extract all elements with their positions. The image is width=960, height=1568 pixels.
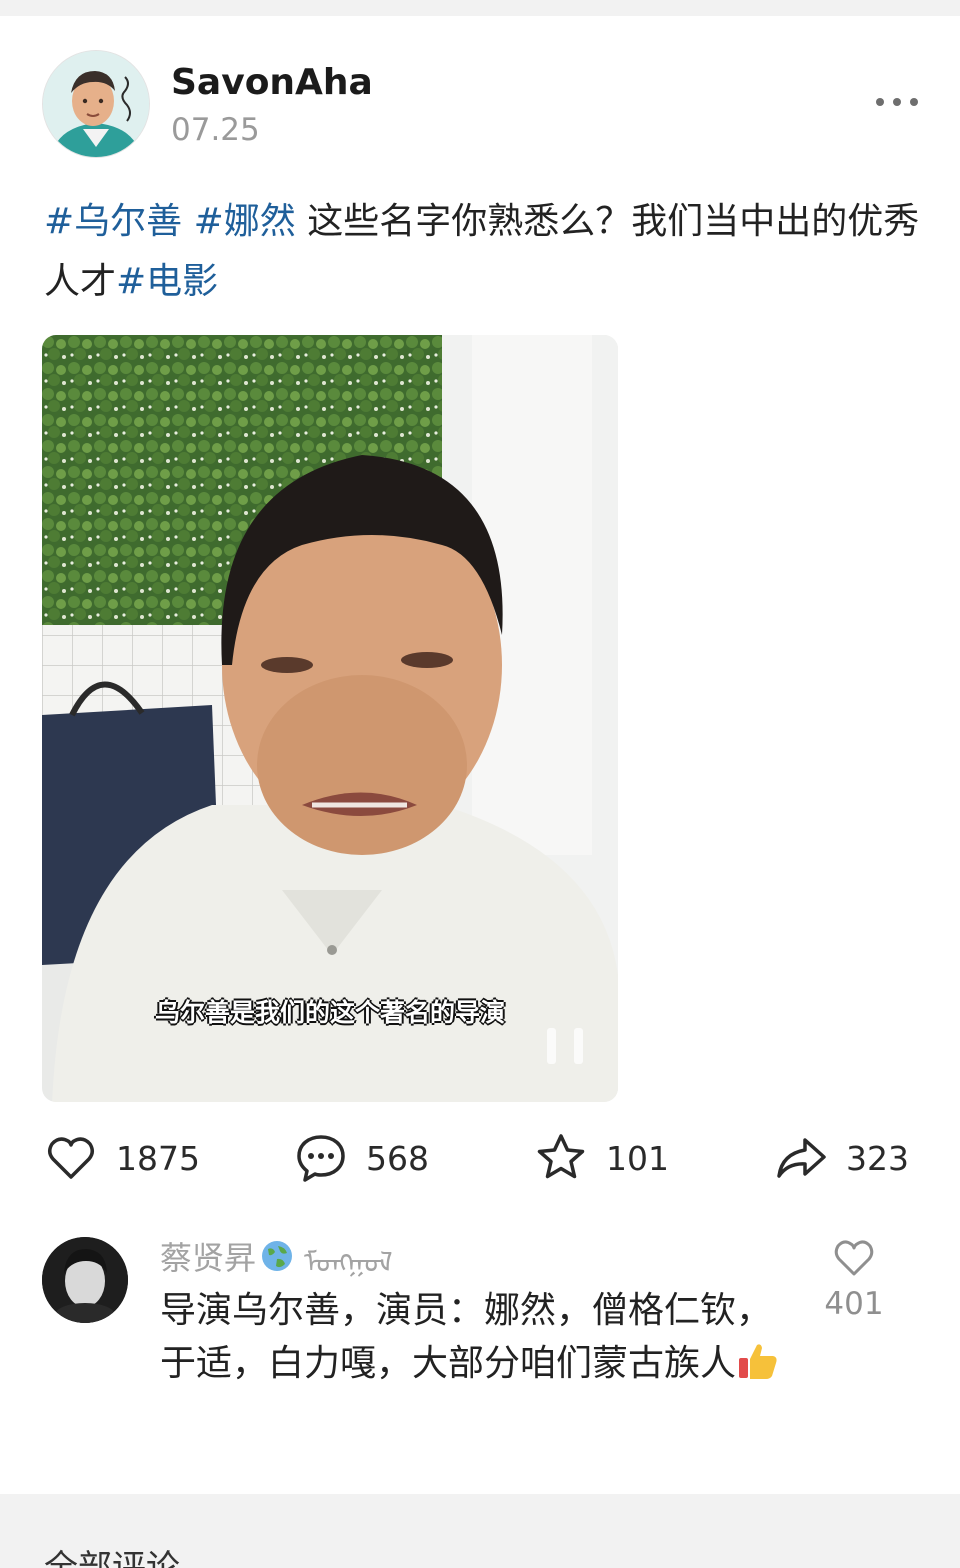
comment-count: 568 bbox=[366, 1138, 429, 1178]
post-text: #乌尔善 #娜然 这些名字你熟悉么？我们当中出的优秀人才#电影 bbox=[44, 192, 924, 312]
comment-button[interactable]: 568 bbox=[294, 1128, 429, 1188]
like-button[interactable]: 1875 bbox=[44, 1128, 200, 1188]
more-options-icon[interactable] bbox=[876, 92, 918, 112]
comment-body: 导演乌尔善，演员：娜然，僧格仁钦，于适，白力嘎，大部分咱们蒙古族人 bbox=[160, 1290, 773, 1384]
comment-like-count: 401 bbox=[824, 1286, 884, 1322]
pause-icon[interactable] bbox=[547, 1028, 583, 1064]
hashtag-naran[interactable]: #娜然 bbox=[194, 201, 296, 242]
heart-icon bbox=[48, 1137, 94, 1179]
heart-icon bbox=[834, 1240, 874, 1276]
globe-icon bbox=[262, 1241, 293, 1271]
author-username[interactable]: SavonAha bbox=[171, 62, 373, 103]
commenter-mongolian-name: ᠮᠣᠩᠭᠣᠯ bbox=[304, 1245, 393, 1279]
like-count: 1875 bbox=[116, 1138, 200, 1178]
comment-text: 导演乌尔善，演员：娜然，僧格仁钦，于适，白力嘎，大部分咱们蒙古族人 bbox=[160, 1284, 780, 1390]
share-count: 323 bbox=[846, 1138, 909, 1178]
post-text-space bbox=[182, 201, 193, 242]
action-bar: 1875 568 101 323 bbox=[0, 1128, 960, 1188]
favorite-count: 101 bbox=[606, 1138, 669, 1178]
comment-icon bbox=[297, 1135, 345, 1182]
commenter-username[interactable]: 蔡贤昇 bbox=[160, 1233, 256, 1279]
share-button[interactable]: 323 bbox=[774, 1128, 909, 1188]
video-frame bbox=[42, 335, 618, 1102]
thumbs-up-icon bbox=[739, 1344, 777, 1379]
commenter-name-row: 蔡贤昇 ᠮᠣᠩᠭᠣᠯ bbox=[160, 1233, 393, 1279]
share-icon bbox=[777, 1138, 826, 1178]
author-avatar[interactable] bbox=[42, 50, 150, 158]
all-comments-heading: 全部评论 bbox=[44, 1548, 180, 1568]
hashtag-movie[interactable]: #电影 bbox=[116, 261, 218, 302]
favorite-button[interactable]: 101 bbox=[534, 1128, 669, 1188]
star-icon bbox=[537, 1134, 585, 1179]
post-date: 07.25 bbox=[171, 112, 260, 148]
comment-like-button[interactable]: 401 bbox=[812, 1236, 896, 1322]
commenter-avatar[interactable] bbox=[42, 1237, 128, 1323]
video-player[interactable]: 乌尔善是我们的这个著名的导演 bbox=[42, 335, 618, 1102]
video-subtitle: 乌尔善是我们的这个著名的导演 bbox=[154, 998, 505, 1027]
hashtag-wuershan[interactable]: #乌尔善 bbox=[44, 201, 182, 242]
